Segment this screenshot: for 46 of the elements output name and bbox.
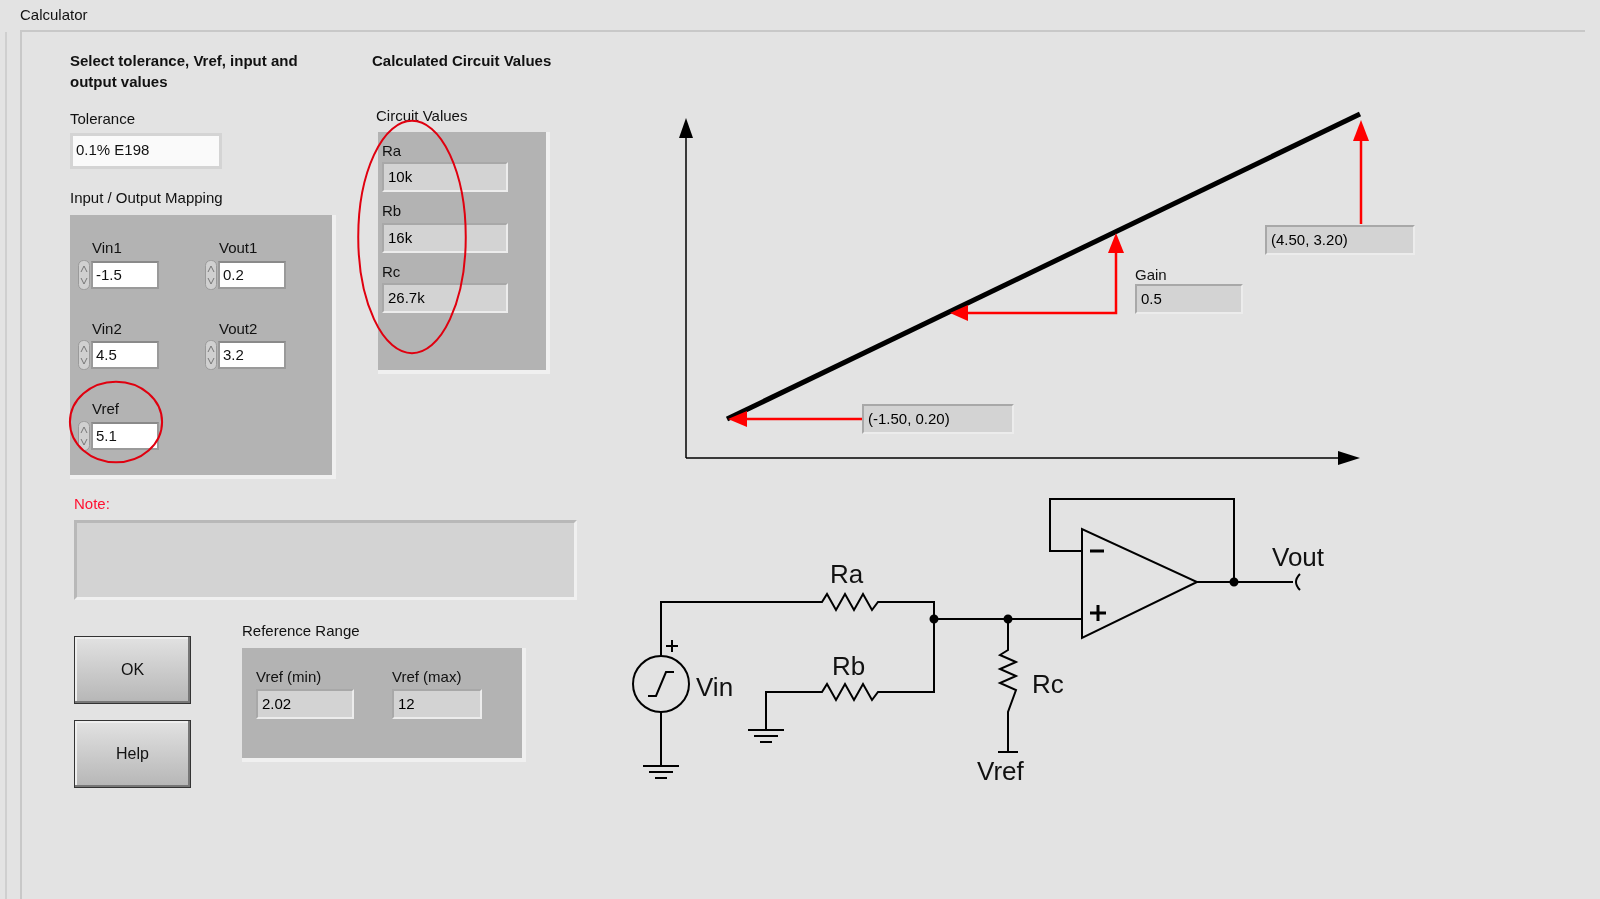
- coordinate-display: (-1.50, 0.20): [862, 404, 1014, 434]
- value-display: 26.7k: [382, 283, 508, 313]
- note-label: Note:: [74, 494, 111, 514]
- field-label: Vref (min): [256, 667, 323, 687]
- tolerance-field[interactable]: 0.1% E198: [70, 132, 222, 169]
- spin-arrows-icon[interactable]: [78, 259, 90, 290]
- value-display: 0.5: [1135, 284, 1243, 314]
- group-label: Reference Range: [242, 620, 361, 641]
- spin-arrows-icon[interactable]: [78, 420, 90, 451]
- number-field[interactable]: 3.2: [218, 341, 286, 369]
- window-title: Calculator: [20, 4, 88, 25]
- spin-arrows-icon[interactable]: [78, 340, 90, 370]
- group-label: Circuit Values: [376, 106, 469, 126]
- value-display: 10k: [382, 162, 508, 192]
- resistor-label: Rc: [1032, 669, 1064, 699]
- field-label: Gain: [1135, 265, 1167, 285]
- section-heading: Select tolerance, Vref, input and output values: [70, 51, 299, 92]
- field-label: Tolerance: [70, 109, 137, 129]
- reference-label: Vref: [977, 756, 1024, 786]
- group-label: Input / Output Mapping: [70, 187, 224, 208]
- section-heading: Calculated Circuit Values: [372, 51, 552, 71]
- field-label: Vin2: [92, 318, 123, 339]
- number-field[interactable]: -1.5: [91, 260, 159, 289]
- field-label: Vref (max): [392, 667, 463, 687]
- dialog-button[interactable]: OK: [74, 635, 191, 704]
- field-label: Rc: [382, 261, 402, 282]
- field-label: Vout2: [219, 318, 259, 339]
- value-display: 16k: [382, 222, 508, 253]
- field-label: Rb: [382, 201, 403, 221]
- number-field[interactable]: 0.2: [218, 260, 286, 289]
- field-label: Ra: [382, 140, 403, 161]
- value-display: 12: [392, 688, 482, 719]
- coordinate-display: (4.50, 3.20): [1265, 225, 1415, 255]
- field-label: Vin1: [92, 238, 123, 258]
- source-label: Vin: [696, 672, 734, 702]
- field-label: Vref: [92, 399, 120, 419]
- dialog-button[interactable]: Help: [74, 719, 191, 788]
- number-field[interactable]: 4.5: [91, 341, 159, 369]
- resistor-label: Ra: [830, 559, 864, 589]
- field-label: Vout1: [219, 238, 259, 258]
- output-label: Vout: [1272, 542, 1325, 572]
- spin-arrows-icon[interactable]: [205, 259, 217, 290]
- number-field[interactable]: 5.1: [91, 421, 159, 450]
- value-display: 2.02: [256, 688, 354, 719]
- resistor-label: Rb: [832, 651, 866, 681]
- spin-arrows-icon[interactable]: [205, 340, 217, 370]
